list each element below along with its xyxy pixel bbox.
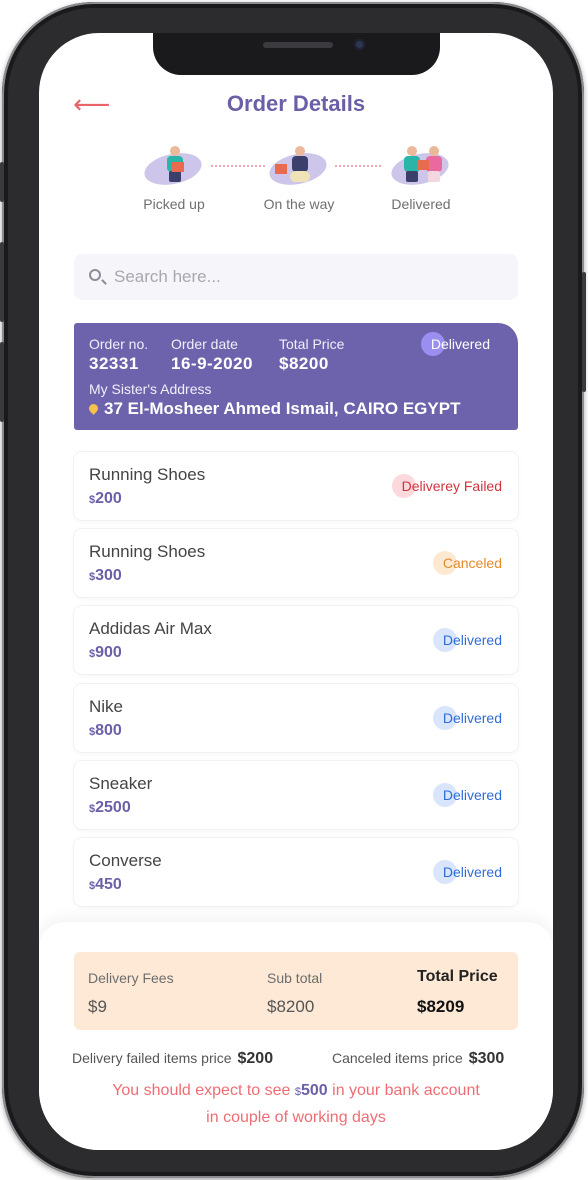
step-label: Delivered xyxy=(391,196,451,212)
handover-icon xyxy=(388,146,452,190)
step-label: On the way xyxy=(263,196,335,212)
phone-side-button xyxy=(0,162,4,202)
step-picked-up: Picked up xyxy=(114,146,234,212)
totals-box: Delivery Fees $9 Sub total $8200 Total P… xyxy=(74,952,518,1030)
status-badge: Delivered xyxy=(420,332,500,356)
status-badge: Delivered xyxy=(432,628,512,652)
item-name: Running Shoes xyxy=(89,542,206,561)
status-badge: Delivered xyxy=(432,860,512,884)
scooter-delivery-icon xyxy=(266,146,330,190)
item-name: Running Shoes xyxy=(89,465,206,484)
search-input[interactable] xyxy=(114,254,504,300)
item-price: $200 xyxy=(89,490,122,507)
phone-side-button xyxy=(582,272,586,392)
total-price-label: Total Price xyxy=(417,968,498,985)
page-title: Order Details xyxy=(226,91,366,116)
order-item[interactable]: Running Shoes $200 Deliverey Failed xyxy=(74,452,518,520)
delivery-fees-value: $9 xyxy=(88,997,107,1016)
order-summary-card: Order no. 32331 Order date 16-9-2020 Tot… xyxy=(74,323,518,430)
item-price: $300 xyxy=(89,567,122,584)
item-name: Addidas Air Max xyxy=(89,619,212,638)
item-price: $450 xyxy=(89,876,122,893)
order-date: 16-9-2020 xyxy=(171,354,254,373)
order-item[interactable]: Nike $800 Delivered xyxy=(74,684,518,752)
subtotal-label: Sub total xyxy=(267,970,323,986)
status-badge: Canceled xyxy=(432,551,512,575)
phone-side-button xyxy=(0,242,4,322)
phone-notch xyxy=(153,33,440,75)
order-number: 32331 xyxy=(89,354,139,373)
total-price-value: $8209 xyxy=(417,997,465,1016)
step-delivered: Delivered xyxy=(361,146,481,212)
item-name: Converse xyxy=(89,851,162,870)
camera-icon xyxy=(354,39,365,50)
address-label: My Sister's Address xyxy=(89,381,212,397)
order-total-label: Total Price xyxy=(279,336,345,352)
canceled-items-price: Canceled items price $300 xyxy=(332,1050,505,1067)
order-item[interactable]: Addidas Air Max $900 Delivered xyxy=(74,606,518,674)
phone-side-button xyxy=(0,342,4,422)
search-icon xyxy=(89,269,101,281)
phone-frame: ⟵ Order Details Picked up On the way Del… xyxy=(0,2,586,1178)
order-total: $8200 xyxy=(279,354,329,373)
app-screen: ⟵ Order Details Picked up On the way Del… xyxy=(39,33,553,1150)
price-summary-panel: Delivery Fees $9 Sub total $8200 Total P… xyxy=(39,922,553,1150)
order-item[interactable]: Converse $450 Delivered xyxy=(74,838,518,906)
search-bar[interactable] xyxy=(74,254,518,300)
refund-note: You should expect to see $500 in your ba… xyxy=(112,1082,480,1126)
step-on-the-way: On the way xyxy=(239,146,359,212)
speaker-grill xyxy=(263,42,333,48)
status-badge: Delivered xyxy=(432,706,512,730)
item-name: Nike xyxy=(89,697,124,716)
location-pin-icon xyxy=(87,402,100,415)
item-name: Sneaker xyxy=(89,774,153,793)
item-price: $800 xyxy=(89,722,122,739)
delivery-fees-label: Delivery Fees xyxy=(88,970,174,986)
item-price: $2500 xyxy=(89,799,131,816)
item-price: $900 xyxy=(89,644,122,661)
address-value: 37 El-Mosheer Ahmed Ismail, CAIRO EGYPT xyxy=(87,399,460,419)
subtotal-value: $8200 xyxy=(267,997,315,1016)
step-label: Picked up xyxy=(143,196,205,212)
order-item[interactable]: Sneaker $2500 Delivered xyxy=(74,761,518,829)
status-badge: Delivered xyxy=(432,783,512,807)
failed-items-price: Delivery failed items price $200 xyxy=(72,1050,274,1067)
order-item[interactable]: Running Shoes $300 Canceled xyxy=(74,529,518,597)
order-date-label: Order date xyxy=(171,336,238,352)
order-number-label: Order no. xyxy=(89,336,149,352)
courier-pickup-icon xyxy=(141,146,205,190)
status-badge: Deliverey Failed xyxy=(391,474,512,498)
